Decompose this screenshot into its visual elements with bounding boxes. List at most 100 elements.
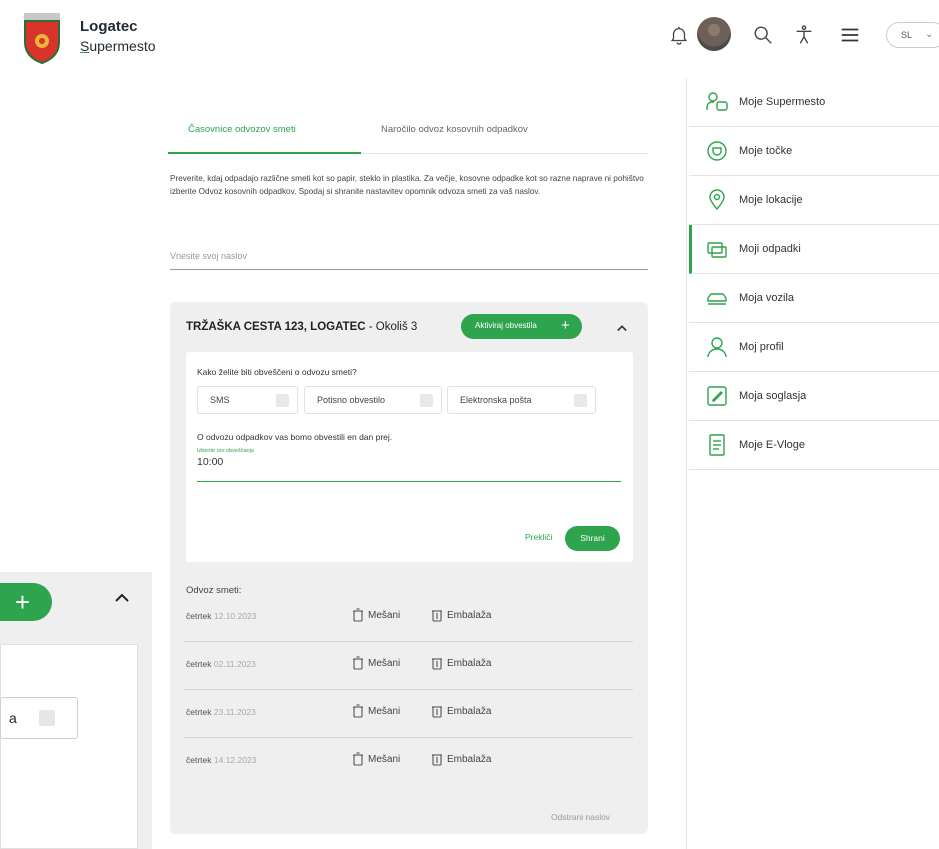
- chevron-up-icon[interactable]: [110, 586, 134, 610]
- card-title: TRŽAŠKA CESTA 123, LOGATEC - Okoliš 3: [186, 321, 417, 333]
- schedule-date: četrtek 12.10.2023: [186, 611, 256, 621]
- schedule-row: četrtek 23.11.2023 Mešani Embalaža: [184, 690, 633, 738]
- car-icon: [707, 293, 727, 305]
- address-card: TRŽAŠKA CESTA 123, LOGATEC - Okoliš 3 Ak…: [170, 302, 648, 834]
- sidebar-item-moje-supermesto[interactable]: Moje Supermesto: [689, 78, 939, 127]
- brand-subtitle[interactable]: Supermesto: [80, 38, 156, 54]
- bell-icon[interactable]: [666, 22, 692, 48]
- logatec-coat-of-arms-icon[interactable]: [22, 12, 62, 64]
- schedule-row: četrtek 02.11.2023 Mešani Embalaža: [184, 642, 633, 690]
- option-label: Elektronska pošta: [460, 395, 532, 405]
- sidebar-item-moje-tocke[interactable]: Moje točke: [689, 127, 939, 176]
- waste-packaging: Embalaža: [431, 608, 491, 622]
- card-district: - Okoliš 3: [365, 321, 418, 333]
- waste-mixed: Mešani: [352, 656, 400, 670]
- avatar[interactable]: [697, 17, 731, 51]
- schedule-day: četrtek: [186, 659, 212, 669]
- tab-kosovni-odpadki[interactable]: Naročilo odvoz kosovnih odpadkov: [381, 124, 528, 135]
- waste-mixed: Mešani: [352, 704, 400, 718]
- time-field-value: 10:00: [197, 456, 224, 468]
- sidebar-item-label: Moja soglasja: [739, 390, 807, 402]
- waste-label: Mešani: [368, 753, 401, 765]
- schedule-day: četrtek: [186, 611, 212, 621]
- option-label: SMS: [210, 395, 230, 405]
- chevron-down-icon: ⌄: [925, 29, 934, 40]
- remove-address-link[interactable]: Odstrani naslov: [551, 812, 610, 822]
- sidebar-divider: [686, 78, 687, 849]
- bin-icon: [432, 706, 442, 718]
- checkbox[interactable]: [39, 710, 55, 726]
- checkbox[interactable]: [420, 394, 433, 407]
- address-search-input[interactable]: Vnesite svoj naslov: [170, 248, 648, 270]
- waste-packaging: Embalaža: [431, 656, 491, 670]
- left-notify-option-label: a: [9, 710, 17, 726]
- sidebar-item-label: Moje lokacije: [739, 194, 803, 206]
- activate-notifications-label: Aktiviraj obvestila: [475, 321, 537, 330]
- waste-label: Embalaža: [447, 657, 492, 669]
- waste-tabs: Časovnice odvozov smeti Naročilo odvoz k…: [168, 116, 648, 154]
- search-icon[interactable]: [750, 22, 776, 48]
- waste-label: Embalaža: [447, 609, 492, 621]
- option-email[interactable]: Elektronska pošta: [447, 386, 596, 414]
- waste-label: Embalaža: [447, 705, 492, 717]
- schedule-date-value: 12.10.2023: [213, 611, 257, 621]
- bin-icon: [353, 608, 363, 622]
- people-icon: [706, 92, 728, 111]
- sidebar-item-moj-profil[interactable]: Moj profil: [689, 323, 939, 372]
- activate-notifications-button[interactable]: Aktiviraj obvestila +: [461, 314, 582, 339]
- cancel-button[interactable]: Prekliči: [525, 532, 552, 542]
- consent-icon: [707, 386, 727, 406]
- language-select[interactable]: SL ⌄: [886, 22, 939, 48]
- option-push[interactable]: Potisno obvestilo: [304, 386, 442, 414]
- hamburger-menu-icon[interactable]: [837, 22, 863, 48]
- document-icon: [709, 434, 725, 456]
- left-notify-option[interactable]: a: [0, 697, 78, 739]
- save-button[interactable]: Shrani: [565, 526, 620, 551]
- waste-mixed: Mešani: [352, 752, 400, 766]
- chevron-up-icon[interactable]: [612, 318, 632, 338]
- bin-icon: [353, 656, 363, 670]
- waste-label: Mešani: [368, 609, 401, 621]
- left-card-panel: [0, 644, 138, 849]
- schedule-day: četrtek: [186, 755, 212, 765]
- intro-text: Preverite, kdaj odpadajo različne smeti …: [170, 174, 644, 196]
- waste-packaging: Embalaža: [431, 752, 491, 766]
- location-pin-icon: [709, 189, 725, 211]
- sidebar-item-moja-vozila[interactable]: Moja vozila: [689, 274, 939, 323]
- brand-title[interactable]: Logatec: [80, 18, 138, 35]
- waste-bin-icon: [707, 242, 727, 258]
- bin-icon: [432, 610, 442, 622]
- left-add-notify-button[interactable]: +: [0, 583, 52, 621]
- waste-mixed: Mešani: [352, 608, 400, 622]
- sidebar-item-label: Moj profil: [739, 341, 784, 353]
- sidebar-item-label: Moje Supermesto: [739, 96, 826, 108]
- checkbox[interactable]: [276, 394, 289, 407]
- tab-casovnice[interactable]: Časovnice odvozov smeti: [188, 124, 296, 135]
- notification-info: O odvozu odpadkov vas bomo obvestili en …: [197, 432, 393, 442]
- schedule-row: četrtek 14.12.2023 Mešani Embalaža: [184, 738, 633, 786]
- schedule-day: četrtek: [186, 707, 212, 717]
- waste-packaging: Embalaža: [431, 704, 491, 718]
- accessibility-icon[interactable]: [791, 22, 817, 48]
- sidebar-item-label: Moja vozila: [739, 292, 795, 304]
- bin-icon: [353, 752, 363, 766]
- account-sidebar: Moje Supermesto Moje točke Moje lokacije…: [689, 78, 939, 470]
- notification-question: Kako želite biti obveščeni o odvozu smet…: [197, 367, 357, 377]
- option-label: Potisno obvestilo: [317, 395, 386, 405]
- sidebar-item-moja-soglasja[interactable]: Moja soglasja: [689, 372, 939, 421]
- waste-label: Mešani: [368, 705, 401, 717]
- language-label: SL: [901, 30, 913, 40]
- option-sms[interactable]: SMS: [197, 386, 298, 414]
- schedule-date: četrtek 14.12.2023: [186, 755, 256, 765]
- plus-icon: +: [561, 317, 570, 334]
- sidebar-item-moje-e-vloge[interactable]: Moje E-Vloge: [689, 421, 939, 470]
- sidebar-item-moje-lokacije[interactable]: Moje lokacije: [689, 176, 939, 225]
- schedule-date: četrtek 23.11.2023: [186, 707, 256, 717]
- sidebar-item-moji-odpadki[interactable]: Moji odpadki: [689, 225, 939, 274]
- notification-time-field[interactable]: Izberite uro obveščanja 10:00: [197, 448, 621, 482]
- time-field-label: Izberite uro obveščanja: [197, 448, 254, 454]
- checkbox[interactable]: [574, 394, 587, 407]
- bin-icon: [353, 704, 363, 718]
- header: Logatec Supermesto SL ⌄: [0, 0, 939, 76]
- schedule-row: četrtek 12.10.2023 Mešani Embalaža: [184, 594, 633, 642]
